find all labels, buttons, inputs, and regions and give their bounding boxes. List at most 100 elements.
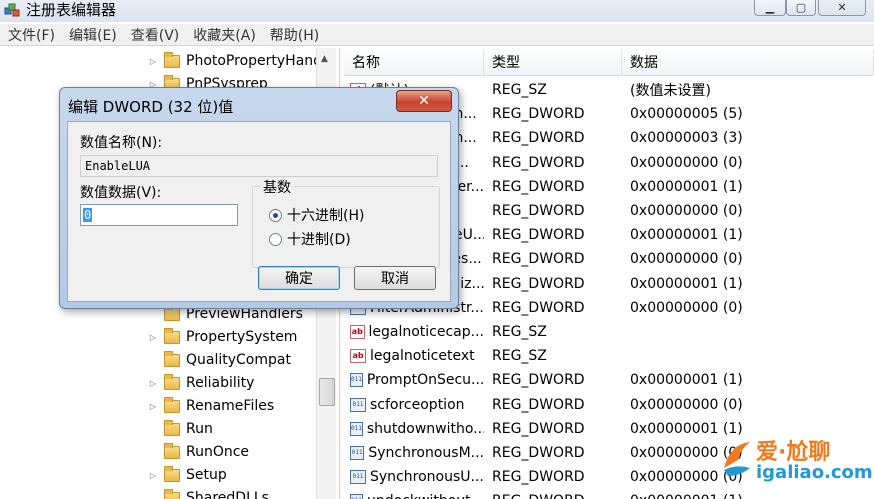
value-type-cell: REG_DWORD (492, 396, 585, 413)
value-name-cell: 011 scforceoption (344, 397, 484, 413)
value-data-input[interactable]: 0 (80, 204, 238, 226)
folder-icon (164, 304, 180, 321)
tree-item-label: PropertySystem (186, 329, 298, 345)
value-data-cell: (数值未设置) (630, 83, 711, 99)
tree-item[interactable]: RunOnce (148, 441, 249, 463)
list-row[interactable]: 011undockwithout...REG_DWORD0x00000001 (… (344, 489, 874, 499)
string-value-icon: ab (350, 325, 365, 339)
folder-icon (164, 373, 180, 390)
value-type-cell: REG_DWORD (492, 203, 585, 219)
menu-view[interactable]: 查看(V) (131, 25, 180, 45)
value-data-cell: 0x00000000 (0) (630, 299, 743, 316)
folder-icon (164, 442, 180, 459)
value-name-cell: 011 SynchronousU... (344, 469, 484, 485)
binary-value-icon: 011 (350, 446, 365, 460)
list-header: 名称 类型 数据 (344, 50, 874, 76)
title-bar: 注册表编辑器 ▁ ▢ ✕ (0, 0, 874, 22)
value-name-text: shutdownwitho... (366, 420, 484, 437)
value-name-cell: ab legalnoticetext (344, 348, 484, 364)
close-button[interactable]: ✕ (818, 0, 866, 16)
value-name-text: PromptOnSecu... (366, 372, 484, 389)
expand-arrow-icon[interactable]: ▷ (148, 379, 158, 388)
scroll-up-arrow-icon[interactable]: ▲ (321, 54, 328, 64)
list-row[interactable]: ab legalnoticetext REG_SZ (344, 344, 874, 368)
value-type-cell: REG_DWORD (492, 299, 585, 316)
tree-item-label: Run (186, 421, 213, 437)
maximize-button[interactable]: ▢ (786, 0, 816, 16)
expand-arrow-icon[interactable]: ▷ (148, 471, 158, 480)
value-type-cell: REG_DWORD (484, 493, 622, 499)
list-row[interactable]: 011 PromptOnSecu... REG_DWORD 0x00000001 (1… (344, 368, 874, 392)
hex-option[interactable]: 十六进制(H) (269, 205, 364, 225)
tree-item[interactable]: Run (148, 418, 213, 440)
tree-item-label: Setup (186, 467, 227, 483)
value-name-cell: 011undockwithout... (344, 493, 484, 499)
value-name-text: SynchronousM... (368, 445, 484, 461)
watermark-url: igaliao.com (756, 462, 873, 483)
regedit-icon (4, 3, 20, 17)
menu-file[interactable]: 文件(F) (8, 25, 55, 45)
column-header-type[interactable]: 类型 (484, 50, 622, 76)
list-row[interactable]: ab legalnoticecap... REG_SZ (344, 320, 874, 344)
value-type-cell: REG_DWORD (492, 130, 585, 147)
column-header-data[interactable]: 数据 (622, 50, 874, 76)
value-type-cell: REG_DWORD (492, 372, 585, 389)
value-type-cell: REG_SZ (492, 348, 547, 365)
menu-favorites[interactable]: 收藏夹(A) (193, 25, 256, 45)
dec-radio[interactable] (269, 232, 282, 246)
expand-arrow-icon[interactable]: ▷ (148, 402, 158, 411)
tree-item[interactable]: ▷ Setup (148, 464, 227, 486)
minimize-button[interactable]: ▁ (754, 0, 786, 16)
value-data-label: 数值数据(V): (80, 185, 162, 201)
value-data-cell: 0x00000001 (1) (630, 275, 743, 292)
value-name-text: scforceoption (370, 396, 465, 413)
value-name-text: undockwithout... (367, 493, 484, 499)
scrollbar-thumb[interactable] (319, 378, 335, 406)
value-data-cell: 0x00000001 (1) (630, 372, 743, 389)
value-data-cell: 0x00000000 (0) (630, 251, 743, 268)
tree-item-label: SharedDLLs (186, 490, 269, 499)
ok-button[interactable]: 确定 (258, 266, 340, 290)
expand-arrow-icon[interactable]: ▷ (148, 333, 158, 342)
value-type-cell: REG_DWORD (492, 251, 585, 268)
tree-item[interactable]: ▷ RenameFiles (148, 395, 274, 417)
expand-arrow-icon[interactable]: ▷ (148, 57, 158, 66)
binary-value-icon: 011 (350, 397, 366, 412)
menu-help[interactable]: 帮助(H) (270, 25, 319, 45)
value-type-cell: REG_DWORD (492, 106, 585, 123)
tree-item[interactable]: ▷ Reliability (148, 372, 254, 394)
list-row[interactable]: 011 scforceoption REG_DWORD 0x00000000 (0) (344, 393, 874, 417)
dialog-title: 编辑 DWORD (32 位)值 (68, 98, 234, 116)
value-type-cell: REG_DWORD (492, 420, 585, 437)
tree-item-label: PhotoPropertyHand (186, 53, 323, 69)
value-type-cell: REG_DWORD (492, 227, 585, 244)
tree-item[interactable]: ▷ PhotoPropertyHand (148, 50, 322, 72)
dialog-close-button[interactable]: ✕ (396, 90, 452, 112)
tree-item[interactable]: SharedDLLs (148, 487, 269, 499)
folder-icon (164, 419, 180, 436)
value-data-cell: 0x00000003 (3) (630, 130, 743, 147)
dialog-body: 数值名称(N): EnableLUA 数值数据(V): 0 基数 十六进制(H)… (67, 121, 451, 302)
value-name-text: legalnoticecap... (368, 324, 485, 340)
dec-option[interactable]: 十进制(D) (269, 229, 351, 249)
folder-icon (164, 350, 180, 367)
value-type-cell: REG_DWORD (492, 154, 585, 171)
value-name-text: SynchronousU... (370, 469, 484, 486)
menu-edit[interactable]: 编辑(E) (69, 25, 117, 45)
value-data-cell: 0x00000001 (1) (622, 493, 874, 499)
hex-radio[interactable] (269, 208, 282, 222)
window-title: 注册表编辑器 (26, 1, 117, 19)
dec-label: 十进制(D) (287, 232, 351, 248)
tree-item[interactable]: ▷ PropertySystem (148, 326, 297, 348)
cancel-button[interactable]: 取消 (354, 266, 436, 290)
value-name-text: legalnoticetext (370, 348, 475, 365)
value-type-cell: REG_SZ (492, 82, 547, 98)
watermark: 爱·尬聊 igaliao.com (720, 432, 873, 488)
value-name-cell: ab legalnoticecap... (344, 324, 484, 340)
binary-value-icon: 011 (350, 470, 366, 485)
value-type-cell: REG_DWORD (492, 445, 585, 461)
column-header-name[interactable]: 名称 (344, 50, 484, 76)
tree-item[interactable]: QualityCompat (148, 349, 291, 371)
folder-icon (164, 465, 180, 482)
folder-icon (164, 51, 180, 68)
